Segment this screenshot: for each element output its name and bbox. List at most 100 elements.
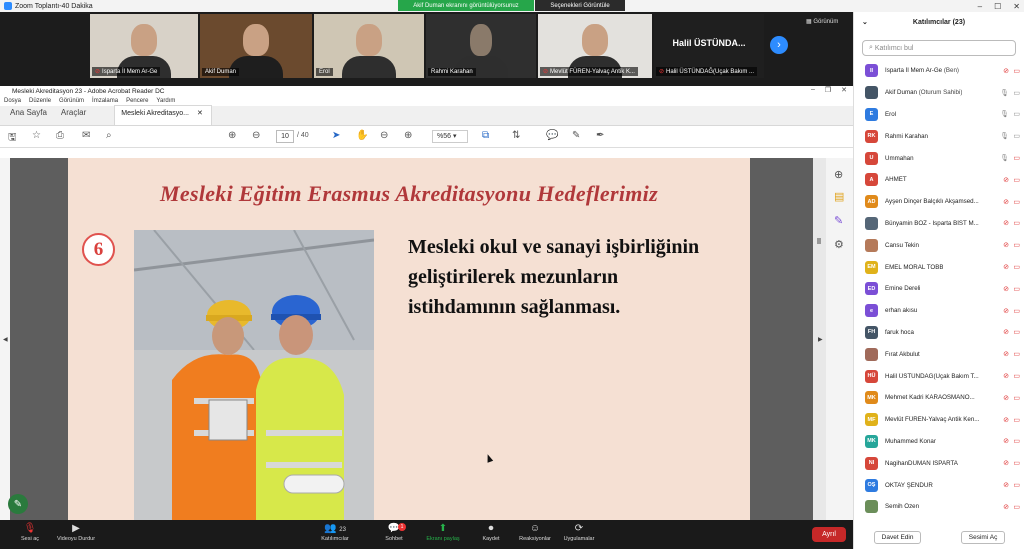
participant-row[interactable]: Cansu Tekin ⊘ ▭: [854, 234, 1024, 256]
camera-off-icon: ▭: [1013, 285, 1020, 293]
participant-row[interactable]: MF Mevlüt FÜREN-Yalvaç Antik Ken... ⊘ ▭: [854, 409, 1024, 431]
view-button[interactable]: ▦ Görünüm: [806, 18, 838, 25]
minimize-icon[interactable]: –: [811, 86, 815, 94]
page-number-input[interactable]: 10: [276, 130, 294, 143]
video-tile[interactable]: Halil ÜSTÜNDA... ⊘ Halil ÜSTÜNDAĞ(Uçak Ba…: [654, 14, 764, 78]
zoom-level-select[interactable]: %56 ▾: [432, 130, 468, 143]
participant-row[interactable]: MK Mehmet Kadri KARAOSMANO... ⊘ ▭: [854, 387, 1024, 409]
participant-row[interactable]: HÜ Halil ÜSTÜNDAĞ(Uçak Bakım T... ⊘ ▭: [854, 365, 1024, 387]
participant-row[interactable]: U Ummahan 🎙 ▭: [854, 147, 1024, 169]
participant-row[interactable]: Akif Duman (Oturum Sahibi) 🎙 ▭: [854, 82, 1024, 104]
sign-icon[interactable]: ✒: [596, 130, 604, 141]
participant-row[interactable]: Fırat Akbulut ⊘ ▭: [854, 343, 1024, 365]
video-tile[interactable]: ⊘ Mevlüt FÜREN-Yalvaç Antik K...: [538, 14, 652, 78]
more-tools-icon[interactable]: ⚙: [834, 238, 844, 251]
print-icon[interactable]: ⎙: [56, 130, 64, 141]
fit-page-icon[interactable]: ⧉: [482, 130, 489, 141]
mic-on-icon: 🎙: [1000, 111, 1009, 119]
zoom-tool-icon[interactable]: ⊕: [834, 168, 843, 181]
video-tile[interactable]: Rahmi Karahan: [426, 14, 536, 78]
unmute-self-button[interactable]: Sesimi Aç: [960, 530, 1006, 544]
participant-row[interactable]: Semih Özen ⊘ ▭: [854, 496, 1024, 518]
tile-big-name: Halil ÜSTÜNDA...: [672, 38, 746, 48]
comment-tool-icon[interactable]: ▤: [834, 190, 844, 203]
participant-name: Erol: [885, 110, 897, 118]
camera-off-icon: ▭: [1013, 482, 1020, 490]
participant-avatar: [865, 500, 878, 514]
scroll-mode-icon[interactable]: ⇅: [512, 130, 520, 141]
maximize-icon[interactable]: ☐: [994, 2, 1001, 11]
participant-row[interactable]: EM EMEL MORAL TOBB ⊘ ▭: [854, 256, 1024, 278]
meeting-controls-bar: 🎙 Sesi aç ▶ Videoyu Durdur 👥 23 Katılımcıla…: [0, 520, 853, 549]
mic-muted-icon: ⊘: [1003, 307, 1009, 315]
collapse-chevron-icon[interactable]: ⌄: [862, 18, 868, 26]
participant-row[interactable]: FH faruk hoca ⊘ ▭: [854, 322, 1024, 344]
collapse-right-icon[interactable]: ▶: [818, 336, 823, 343]
camera-off-icon: ▭: [1013, 329, 1020, 337]
participants-button[interactable]: 👥 23 Katılımcılar: [305, 523, 365, 542]
video-strip: ⊘ Isparta İl Mem Ar-Ge Akif Duman Erol Ra…: [0, 12, 853, 86]
stop-video-button[interactable]: ▶ Videoyu Durdur: [46, 523, 106, 542]
next-page-button[interactable]: ›: [770, 36, 788, 54]
participant-avatar: [865, 238, 878, 252]
mic-muted-icon: ⊘: [1003, 373, 1009, 381]
window-controls: – ☐ ✕: [978, 0, 1020, 12]
minimize-icon[interactable]: –: [978, 2, 982, 11]
menu-file[interactable]: Dosya: [4, 98, 21, 104]
search-icon[interactable]: ⌕: [106, 130, 112, 141]
save-icon[interactable]: 🖫: [8, 130, 17, 147]
tab-document[interactable]: Mesleki Akreditasyo... ✕: [114, 105, 212, 125]
menu-sign[interactable]: İmzalama: [92, 98, 118, 104]
menu-view[interactable]: Görünüm: [59, 98, 84, 104]
video-tile[interactable]: Akif Duman: [200, 14, 312, 78]
participant-row[interactable]: A AHMET ⊘ ▭: [854, 169, 1024, 191]
participant-row[interactable]: Bünyamin BOZ - Isparta BİST M... ⊘ ▭: [854, 213, 1024, 235]
menu-window[interactable]: Pencere: [126, 98, 148, 104]
zoom-out-icon[interactable]: ⊖: [380, 130, 388, 141]
participant-row[interactable]: e erhan akısu ⊘ ▭: [854, 300, 1024, 322]
annotate-pen-button[interactable]: ✎: [8, 494, 28, 514]
highlight-pen-icon[interactable]: ✎: [572, 130, 580, 141]
participant-row[interactable]: NI NagihanDUMAN ISPARTA ⊘ ▭: [854, 452, 1024, 474]
tab-home[interactable]: Ana Sayfa: [4, 105, 55, 125]
leave-meeting-button[interactable]: Ayrıl: [812, 527, 846, 542]
view-options-button[interactable]: Seçenekleri Görüntüle: [535, 0, 625, 11]
participant-row[interactable]: MK Muhammed Konar ⊘ ▭: [854, 431, 1024, 453]
tab-tools[interactable]: Araçlar: [55, 105, 94, 125]
chat-unread-badge: 1: [398, 523, 406, 531]
participant-row[interactable]: AD Ayşen Dinçer Balçıklı Akşamsed... ⊘ ▭: [854, 191, 1024, 213]
close-tab-icon[interactable]: ✕: [197, 109, 203, 117]
participant-search-input[interactable]: ⌕ Katılımcı bul: [862, 40, 1016, 56]
comment-icon[interactable]: 💬: [546, 130, 558, 141]
hand-tool-icon[interactable]: ✋: [356, 130, 368, 141]
participant-row[interactable]: II Isparta İl Mem Ar-Ge (Ben) ⊘ ▭: [854, 60, 1024, 82]
fill-sign-icon[interactable]: ✎: [834, 214, 843, 227]
scrollbar-thumb[interactable]: [817, 238, 821, 244]
email-icon[interactable]: ✉: [82, 130, 90, 141]
restore-icon[interactable]: ❐: [825, 86, 831, 94]
participant-row[interactable]: ED Emine Dereli ⊘ ▭: [854, 278, 1024, 300]
apps-button[interactable]: ⟳ Uygulamalar: [549, 523, 609, 542]
participant-row[interactable]: E Erol 🎙 ▭: [854, 104, 1024, 126]
tab-document-label: Mesleki Akreditasyo...: [121, 109, 189, 117]
page-up-icon[interactable]: ⊕: [228, 130, 236, 141]
zoom-in-icon[interactable]: ⊕: [404, 130, 412, 141]
participants-icon: 👥 23: [324, 523, 346, 534]
video-tile[interactable]: Erol: [314, 14, 424, 78]
menu-help[interactable]: Yardım: [156, 98, 175, 104]
close-icon[interactable]: ✕: [841, 86, 847, 94]
video-tile[interactable]: ⊘ Isparta İl Mem Ar-Ge: [90, 14, 198, 78]
camera-off-icon: ▭: [1013, 176, 1020, 184]
close-icon[interactable]: ✕: [1013, 2, 1020, 11]
participant-row[interactable]: OŞ OKTAY ŞENDUR ⊘ ▭: [854, 474, 1024, 496]
page-down-icon[interactable]: ⊖: [252, 130, 260, 141]
invite-button[interactable]: Davet Edin: [873, 530, 922, 544]
mic-muted-icon: ⊘: [1003, 220, 1009, 228]
document-viewport[interactable]: ◀ Mesleki Eğitim Erasmus Akreditasyonu H…: [0, 158, 853, 520]
select-cursor-icon[interactable]: ➤: [332, 130, 340, 141]
bookmark-star-icon[interactable]: ☆: [32, 130, 41, 141]
menu-edit[interactable]: Düzenle: [29, 98, 51, 104]
participant-row[interactable]: RK Rahmi Karahan 🎙 ▭: [854, 125, 1024, 147]
collapse-left-icon[interactable]: ◀: [3, 336, 8, 343]
zoom-logo-icon: [4, 2, 12, 10]
